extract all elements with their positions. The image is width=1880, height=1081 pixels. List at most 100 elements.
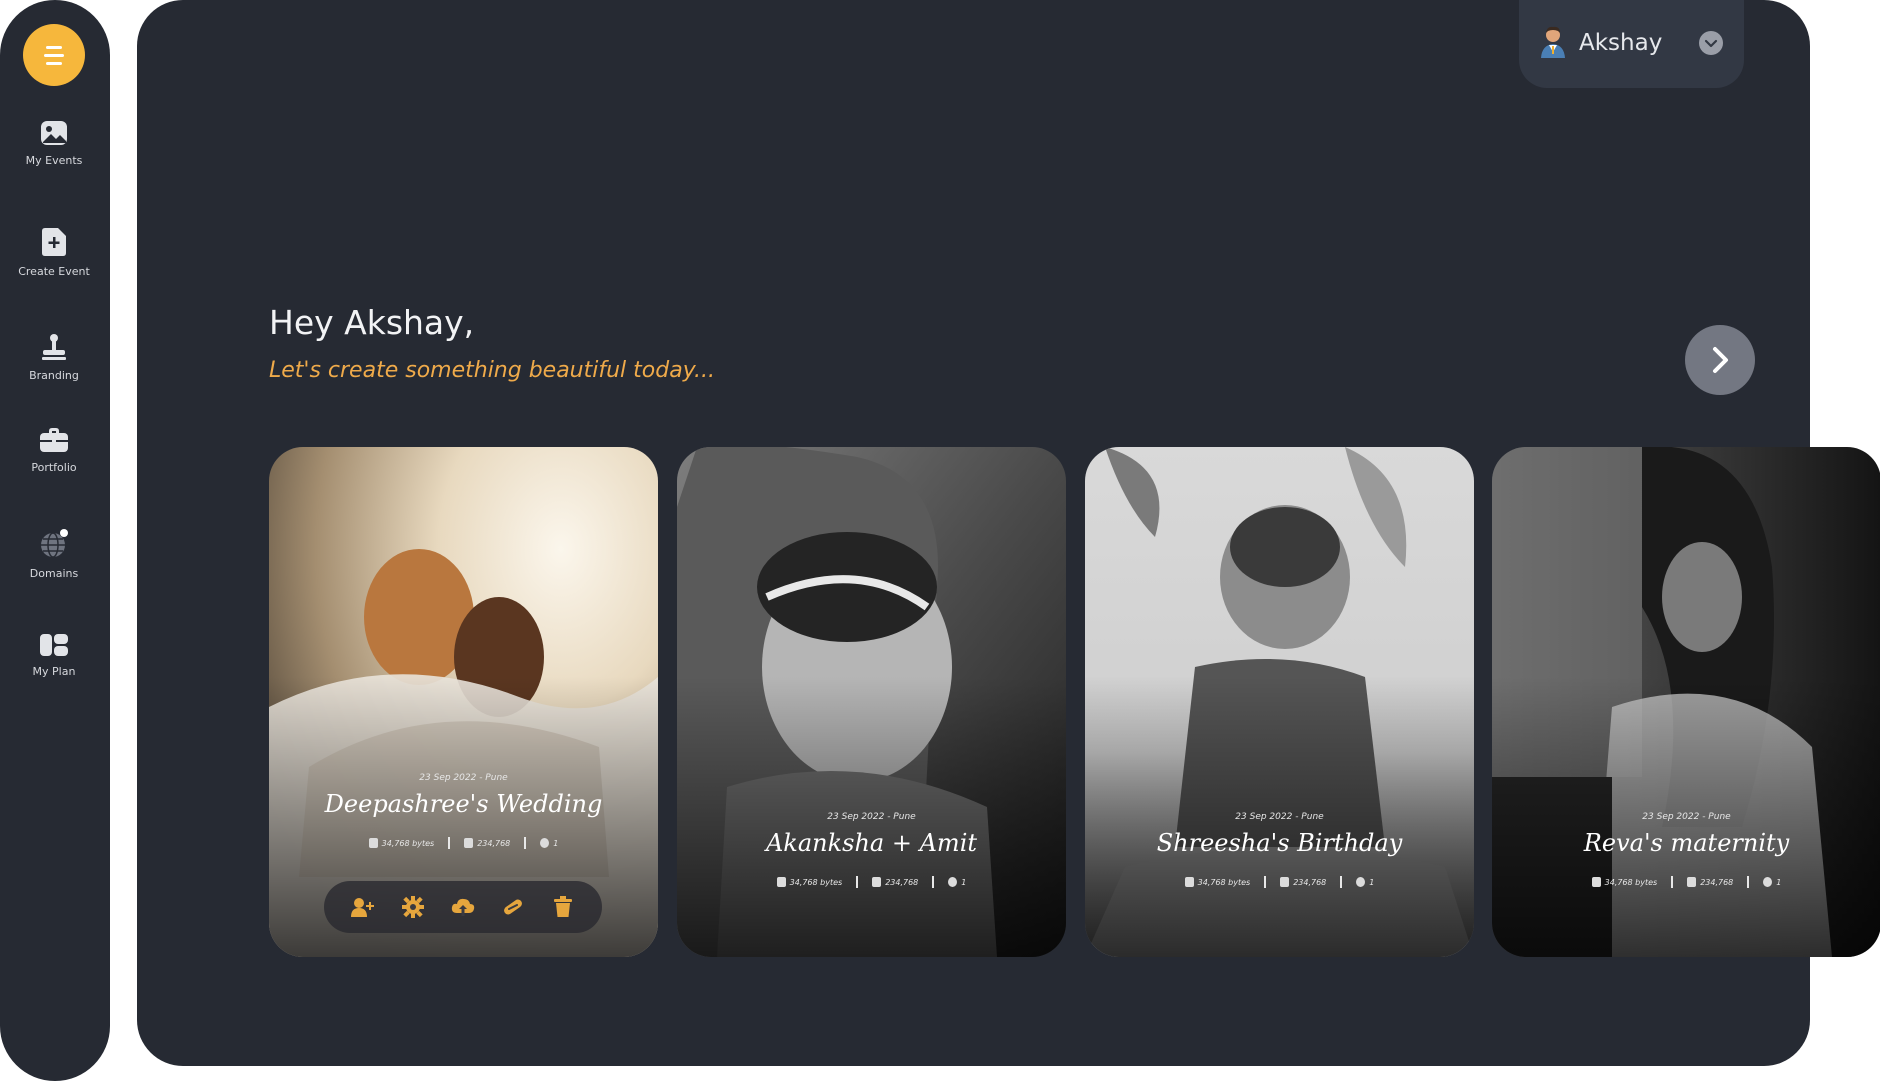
event-photos: 234,768 (885, 877, 919, 887)
event-card[interactable]: 23 Sep 2022 - Pune Deepashree's Wedding … (269, 447, 658, 957)
event-card[interactable]: 23 Sep 2022 - Pune Reva's maternity 34,7… (1492, 447, 1880, 957)
event-photos: 234,768 (1293, 877, 1327, 887)
guests-stat: 1 (948, 877, 966, 887)
event-date: 23 Sep 2022 - Pune (827, 812, 916, 822)
add-user-icon (351, 898, 374, 917)
sidebar-item-label: Create Event (18, 265, 90, 278)
event-title: Reva's maternity (1583, 829, 1790, 857)
event-stats: 34,768 bytes 234,768 1 (1085, 876, 1474, 888)
briefcase-icon (40, 428, 68, 452)
guests-stat: 1 (1763, 877, 1781, 887)
event-guests: 1 (1369, 877, 1375, 887)
avatar (1541, 26, 1565, 58)
greeting-subtitle: Let's create something beautiful today..… (269, 358, 715, 383)
sidebar-item-branding[interactable]: Branding (0, 333, 108, 382)
event-size: 34,768 bytes (1604, 877, 1658, 887)
card-actions (324, 881, 602, 933)
photos-stat: 234,768 (1687, 877, 1733, 887)
size-stat: 34,768 bytes (776, 877, 843, 887)
event-stats: 34,768 bytes 234,768 1 (269, 837, 658, 849)
event-title: Akanksha + Amit (765, 829, 978, 857)
photo-icon (464, 838, 474, 848)
size-stat: 34,768 bytes (1184, 877, 1251, 887)
event-size: 34,768 bytes (789, 877, 843, 887)
divider (1747, 876, 1750, 888)
next-button[interactable] (1685, 325, 1755, 395)
user-icon (948, 877, 958, 887)
event-stats: 34,768 bytes 234,768 1 (1492, 876, 1880, 888)
user-icon (540, 838, 550, 848)
greeting-title: Hey Akshay, (269, 303, 475, 342)
chevron-right-icon (1713, 347, 1728, 373)
settings-button[interactable] (398, 892, 428, 922)
file-icon (368, 838, 378, 848)
user-icon (1356, 877, 1366, 887)
divider (1340, 876, 1343, 888)
menu-line (46, 45, 62, 49)
size-stat: 34,768 bytes (368, 838, 434, 848)
event-date: 23 Sep 2022 - Pune (419, 773, 508, 783)
stamp-icon (42, 334, 66, 360)
delete-button[interactable] (548, 892, 578, 922)
file-icon (1591, 877, 1601, 887)
event-photos: 234,768 (477, 838, 511, 848)
trash-icon (554, 896, 572, 917)
guests-stat: 1 (540, 838, 558, 848)
menu-line (46, 61, 62, 65)
event-date: 23 Sep 2022 - Pune (1235, 812, 1324, 822)
divider (856, 876, 859, 888)
photos-stat: 234,768 (464, 838, 510, 848)
add-user-button[interactable] (348, 892, 378, 922)
event-title: Deepashree's Wedding (324, 790, 603, 818)
sidebar-item-label: Portfolio (31, 461, 77, 474)
event-guests: 1 (553, 838, 559, 848)
divider (448, 837, 451, 849)
menu-line (44, 53, 64, 57)
photo-icon (1687, 877, 1697, 887)
size-stat: 34,768 bytes (1591, 877, 1658, 887)
event-guests: 1 (1776, 877, 1782, 887)
sidebar-item-portfolio[interactable]: Portfolio (0, 427, 108, 474)
event-stats: 34,768 bytes 234,768 1 (677, 876, 1066, 888)
link-icon (504, 899, 522, 915)
cloud-upload-icon (451, 898, 475, 916)
event-photos: 234,768 (1700, 877, 1734, 887)
sidebar-item-my-events[interactable]: My Events (0, 120, 108, 167)
event-date: 23 Sep 2022 - Pune (1642, 812, 1731, 822)
sidebar-item-create-event[interactable]: Create Event (0, 227, 108, 278)
divider (932, 876, 935, 888)
add-file-icon (42, 228, 66, 256)
photo-icon (1280, 877, 1290, 887)
user-icon (1763, 877, 1773, 887)
file-icon (1184, 877, 1194, 887)
photos-stat: 234,768 (872, 877, 918, 887)
sidebar-item-label: My Events (25, 154, 83, 167)
user-menu[interactable]: Akshay (1519, 0, 1744, 88)
photos-stat: 234,768 (1280, 877, 1326, 887)
globe-icon (41, 529, 68, 558)
sidebar-item-label: My Plan (32, 665, 76, 678)
upload-button[interactable] (448, 892, 478, 922)
sidebar-item-my-plan[interactable]: My Plan (0, 633, 108, 678)
sidebar-item-label: Branding (29, 369, 79, 382)
image-icon (41, 121, 67, 145)
file-icon (776, 877, 786, 887)
chevron-down-icon[interactable] (1699, 31, 1723, 55)
plan-icon (40, 634, 68, 656)
sidebar-item-domains[interactable]: Domains (0, 529, 108, 580)
event-card[interactable]: 23 Sep 2022 - Pune Akanksha + Amit 34,76… (677, 447, 1066, 957)
event-title: Shreesha's Birthday (1156, 829, 1403, 857)
divider (1671, 876, 1674, 888)
link-button[interactable] (498, 892, 528, 922)
guests-stat: 1 (1356, 877, 1374, 887)
event-guests: 1 (961, 877, 967, 887)
menu-toggle-button[interactable] (23, 24, 85, 86)
event-size: 34,768 bytes (1197, 877, 1251, 887)
divider (524, 837, 527, 849)
event-card[interactable]: 23 Sep 2022 - Pune Shreesha's Birthday 3… (1085, 447, 1474, 957)
divider (1264, 876, 1267, 888)
user-name: Akshay (1579, 30, 1663, 56)
sidebar: My Events Create Event Branding Portfoli… (0, 0, 110, 1081)
gear-icon (402, 896, 424, 918)
sidebar-item-label: Domains (29, 567, 79, 580)
